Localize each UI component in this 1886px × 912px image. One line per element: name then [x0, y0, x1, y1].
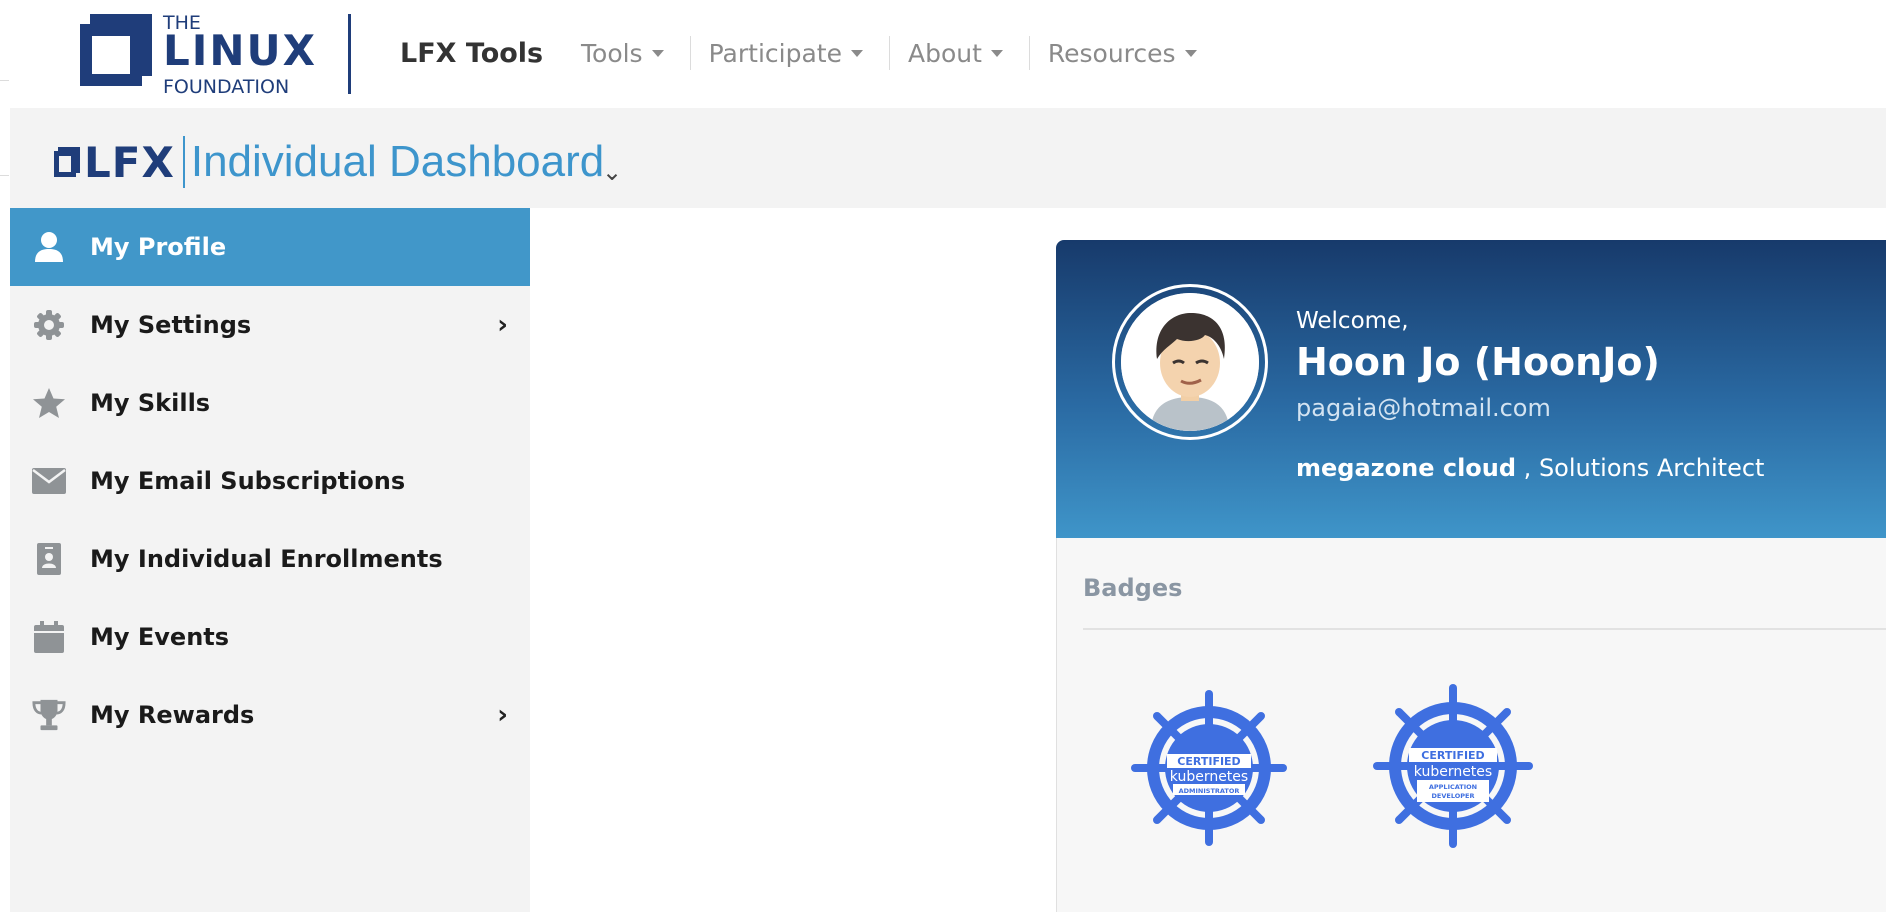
nav-menu: Tools Participate About Resources — [563, 36, 1223, 70]
sidebar-item-label: My Email Subscriptions — [90, 467, 406, 495]
welcome-text: Welcome, — [1296, 308, 1409, 334]
page: THE LINUX FOUNDATION LFX Tools Tools Par… — [0, 0, 1886, 912]
sidebar-item-label: My Individual Enrollments — [90, 545, 443, 573]
main-content: Welcome, Hoon Jo (HoonJo) pagaia@hotmail… — [530, 208, 1886, 912]
badge-ckad[interactable]: CERTIFIED kubernetes APPLICATION DEVELOP… — [1373, 684, 1533, 848]
logo-linux-text: LINUX — [163, 26, 318, 75]
calendar-icon — [32, 620, 66, 654]
caret-down-icon — [990, 49, 1003, 57]
nav-divider — [348, 14, 351, 94]
user-icon — [32, 230, 66, 264]
kubernetes-helm-icon: CERTIFIED kubernetes ADMINISTRATOR — [1131, 690, 1287, 846]
badge-cka[interactable]: CERTIFIED kubernetes ADMINISTRATOR — [1129, 688, 1289, 848]
profile-separator: , — [1516, 454, 1539, 482]
profile-organization: megazone cloud — [1296, 454, 1517, 482]
sidebar-item-label: My Rewards — [90, 701, 255, 729]
chevron-right-icon: › — [497, 310, 508, 340]
chevron-right-icon: › — [497, 700, 508, 730]
avatar[interactable] — [1112, 284, 1268, 440]
lfx-tools-title[interactable]: LFX Tools — [400, 38, 543, 69]
profile-email: pagaia@hotmail.com — [1296, 394, 1551, 422]
badge-line1-text: CERTIFIED — [1177, 755, 1240, 768]
envelope-icon — [32, 464, 66, 498]
caret-down-icon — [1184, 49, 1197, 57]
lfx-mark-icon — [54, 147, 80, 177]
sidebar-item-my-individual-enrollments[interactable]: My Individual Enrollments — [10, 520, 530, 598]
lfx-brand-text: LFX — [84, 137, 175, 187]
badge-line1-text: CERTIFIED — [1421, 749, 1484, 762]
badge-line2-text: kubernetes — [1170, 769, 1248, 785]
nav-item-tools[interactable]: Tools — [563, 36, 691, 70]
logo-foundation-text: FOUNDATION — [163, 76, 290, 98]
lfx-dashboard-logo[interactable]: LFX Individual Dashboard — [54, 136, 604, 188]
avatar-image — [1121, 293, 1259, 431]
badges-panel: Badges CERTIFIED kubernetes ADMINISTRATO… — [1056, 538, 1886, 912]
nav-item-label: About — [907, 38, 982, 68]
badges-title: Badges — [1083, 574, 1183, 602]
sidebar-item-my-email-subscriptions[interactable]: My Email Subscriptions — [10, 442, 530, 520]
star-icon — [32, 386, 66, 420]
chevron-down-icon[interactable]: ⌄ — [602, 158, 622, 186]
sidebar-item-label: My Settings — [90, 311, 252, 339]
sidebar-item-my-skills[interactable]: My Skills — [10, 364, 530, 442]
linux-foundation-mark-icon — [80, 14, 152, 86]
profile-organization-line: megazone cloud , Solutions Architect — [1296, 454, 1764, 482]
profile-job-title: Solutions Architect — [1538, 454, 1765, 482]
gutter-line — [0, 175, 9, 176]
trophy-icon — [32, 698, 66, 732]
gear-icon — [32, 308, 66, 342]
sidebar-item-label: My Events — [90, 623, 230, 651]
sidebar-item-label: My Skills — [90, 389, 211, 417]
dashboard-header: LFX Individual Dashboard ⌄ — [10, 108, 1886, 208]
kubernetes-helm-icon: CERTIFIED kubernetes APPLICATION DEVELOP… — [1373, 684, 1533, 848]
nav-item-label: Tools — [581, 38, 643, 68]
caret-down-icon — [651, 49, 664, 57]
caret-down-icon — [850, 49, 863, 57]
sidebar: My Profile My Settings › My Skills My Em… — [10, 208, 530, 912]
nav-item-participate[interactable]: Participate — [691, 36, 890, 70]
sidebar-item-my-events[interactable]: My Events — [10, 598, 530, 676]
lfx-separator — [182, 136, 185, 188]
avatar-illustration — [1121, 293, 1259, 431]
profile-card: Welcome, Hoon Jo (HoonJo) pagaia@hotmail… — [1056, 240, 1886, 538]
id-badge-icon — [32, 542, 66, 576]
badge-line3-text: APPLICATION — [1429, 783, 1477, 791]
nav-item-resources[interactable]: Resources — [1030, 36, 1223, 70]
sidebar-item-label: My Profile — [90, 233, 227, 261]
badge-line4-text: DEVELOPER — [1432, 792, 1475, 800]
profile-name: Hoon Jo (HoonJo) — [1296, 340, 1660, 384]
linux-foundation-logo[interactable]: THE LINUX FOUNDATION — [80, 12, 320, 98]
dashboard-title: Individual Dashboard — [190, 137, 605, 186]
nav-item-label: Resources — [1047, 38, 1176, 68]
badges-divider — [1083, 628, 1886, 630]
gutter-line — [0, 80, 9, 81]
sidebar-item-my-rewards[interactable]: My Rewards › — [10, 676, 530, 754]
nav-item-about[interactable]: About — [890, 36, 1030, 70]
sidebar-item-my-profile[interactable]: My Profile — [10, 208, 530, 286]
sidebar-item-my-settings[interactable]: My Settings › — [10, 286, 530, 364]
top-navigation: THE LINUX FOUNDATION LFX Tools Tools Par… — [10, 0, 1886, 108]
badge-line3-text: ADMINISTRATOR — [1179, 787, 1240, 795]
badge-line2-text: kubernetes — [1414, 764, 1492, 780]
nav-item-label: Participate — [708, 38, 842, 68]
